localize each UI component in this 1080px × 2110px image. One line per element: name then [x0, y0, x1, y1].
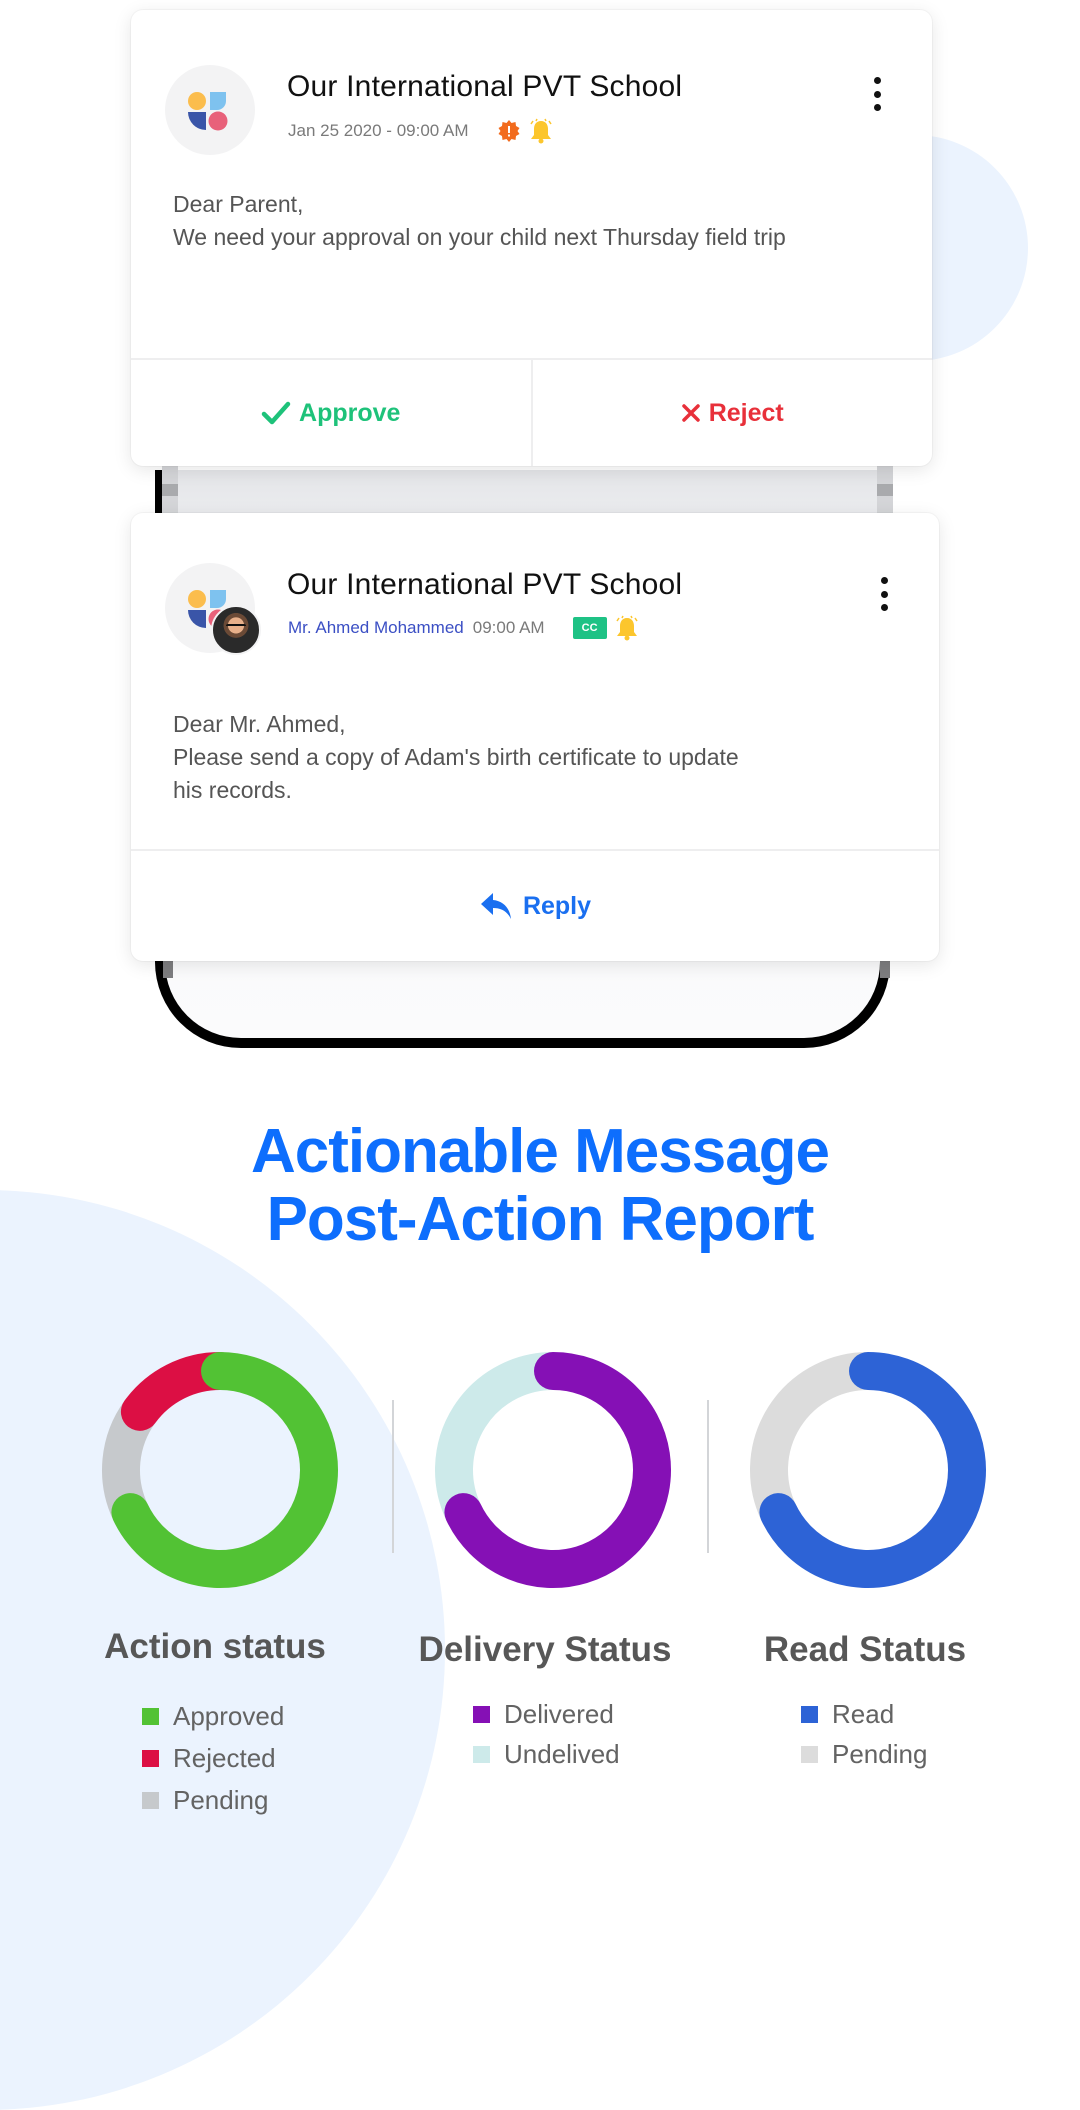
- legend-label: Pending: [832, 1738, 928, 1769]
- check-icon: [261, 401, 291, 425]
- message-timestamp: Jan 25 2020 - 09:00 AM: [288, 121, 469, 140]
- reply-label: Reply: [522, 891, 592, 920]
- school-avatar: [165, 563, 261, 655]
- message-greeting: Dear Parent,: [173, 191, 304, 217]
- chart-divider: [707, 1400, 709, 1553]
- message-text: his records.: [173, 777, 292, 803]
- donut-segment-pending: [750, 1352, 869, 1521]
- report-headline: Actionable Message Post-Action Report: [0, 1118, 1080, 1254]
- action-status-chart: [70, 1340, 370, 1600]
- legend-swatch: [142, 1791, 159, 1809]
- chart-title: Action status: [104, 1627, 326, 1666]
- legend-label: Approved: [173, 1700, 285, 1731]
- legend-swatch: [473, 1745, 490, 1763]
- delivery-status-donut: [435, 1352, 671, 1588]
- legend-label: Pending: [173, 1784, 269, 1815]
- legend-item: Rejected: [142, 1737, 284, 1779]
- message-meta: Mr. Ahmed Mohammed 09:00 AM CC: [288, 614, 639, 642]
- legend-swatch: [801, 1745, 818, 1763]
- more-options-icon[interactable]: [874, 577, 894, 611]
- read-status-donut: [750, 1352, 986, 1588]
- legend-item: Read: [801, 1694, 927, 1734]
- legend-swatch: [801, 1705, 818, 1723]
- reply-icon: [480, 893, 511, 919]
- approve-button[interactable]: Approve: [131, 360, 533, 466]
- action-status-donut: [102, 1352, 338, 1588]
- chart-title: Read Status: [763, 1630, 967, 1669]
- legend-label: Undelived: [504, 1738, 620, 1769]
- legend-label: Delivered: [504, 1698, 614, 1729]
- message-text: We need your approval on your child next…: [173, 224, 786, 250]
- read-status-chart: [718, 1340, 1018, 1600]
- school-logo-icon: [188, 92, 228, 131]
- legend-item: Pending: [801, 1734, 927, 1774]
- message-card-reply: Our International PVT School Mr. Ahmed M…: [131, 513, 939, 961]
- legend-swatch: [473, 1705, 490, 1723]
- phone-side-button: [162, 466, 178, 514]
- legend-swatch: [142, 1749, 159, 1767]
- message-header: Our International PVT School Jan 25 2020…: [131, 10, 932, 155]
- legend-item: Approved: [142, 1695, 284, 1737]
- school-avatar: [165, 65, 255, 155]
- legend-label: Rejected: [173, 1742, 276, 1773]
- message-title: Our International PVT School: [287, 70, 683, 103]
- legend-label: Read: [832, 1698, 895, 1729]
- message-actions: Approve Reject: [131, 358, 932, 466]
- bell-icon: [529, 118, 552, 144]
- action-status-legend: Approved Rejected Pending: [142, 1695, 284, 1821]
- headline-line-1: Actionable Message: [250, 1117, 830, 1186]
- read-status-legend: Read Pending: [801, 1694, 927, 1774]
- phone-frame-edge: [880, 960, 890, 978]
- phone-side-button: [877, 466, 893, 514]
- message-body: Dear Parent, We need your approval on yo…: [173, 188, 902, 254]
- message-actions: Reply: [131, 849, 939, 961]
- legend-item: Undelived: [473, 1734, 620, 1774]
- important-badge-icon: [498, 120, 520, 142]
- reply-button[interactable]: Reply: [131, 851, 939, 961]
- chart-divider: [392, 1400, 394, 1553]
- message-greeting: Dear Mr. Ahmed,: [173, 711, 346, 737]
- chart-title: Delivery Status: [418, 1630, 672, 1669]
- legend-swatch: [142, 1707, 159, 1725]
- cc-badge: CC: [572, 617, 607, 639]
- donut-segment-undelived: [435, 1352, 554, 1521]
- approve-label: Approve: [299, 398, 401, 427]
- message-body: Dear Mr. Ahmed, Please send a copy of Ad…: [173, 708, 909, 807]
- sender-photo-avatar: [211, 605, 261, 655]
- message-card-approval: Our International PVT School Jan 25 2020…: [131, 10, 932, 466]
- delivery-status-legend: Delivered Undelived: [473, 1694, 620, 1774]
- bell-icon: [615, 615, 638, 641]
- headline-line-2: Post-Action Report: [266, 1185, 815, 1254]
- sender-name[interactable]: Mr. Ahmed Mohammed: [288, 618, 464, 638]
- legend-item: Delivered: [473, 1694, 620, 1734]
- reject-button[interactable]: Reject: [533, 360, 933, 466]
- close-icon: [681, 404, 700, 422]
- legend-item: Pending: [142, 1779, 284, 1821]
- reject-label: Reject: [708, 398, 784, 427]
- message-timestamp: 09:00 AM: [472, 618, 545, 637]
- message-text: Please send a copy of Adam's birth certi…: [173, 744, 739, 770]
- phone-frame-edge: [163, 960, 173, 978]
- message-meta: Jan 25 2020 - 09:00 AM: [288, 117, 553, 145]
- message-title: Our International PVT School: [287, 568, 683, 601]
- more-options-icon[interactable]: [867, 77, 887, 111]
- message-header: Our International PVT School Mr. Ahmed M…: [131, 513, 939, 655]
- delivery-status-chart: [403, 1340, 703, 1600]
